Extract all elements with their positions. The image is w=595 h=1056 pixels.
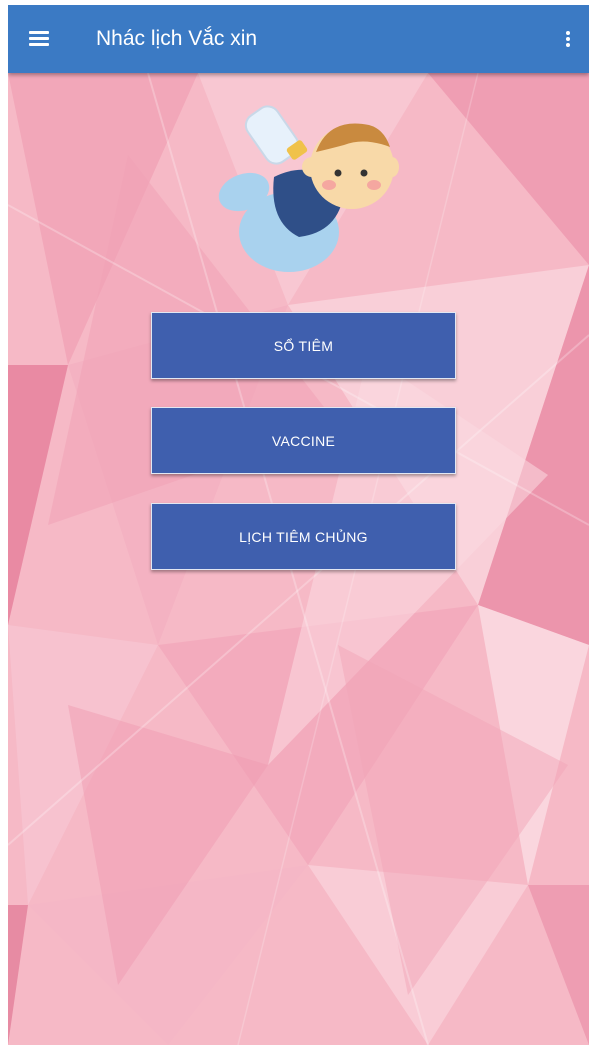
app-screen: Nhác lịch Vắc xin SỔ TIÊM VACCINE LỊCH T… — [8, 5, 589, 1045]
hamburger-menu-icon[interactable] — [26, 25, 56, 53]
more-vert-icon[interactable] — [558, 25, 578, 53]
so-tiem-button[interactable]: SỔ TIÊM — [151, 312, 456, 379]
lich-tiem-chung-button[interactable]: LỊCH TIÊM CHỦNG — [151, 503, 456, 570]
app-title: Nhác lịch Vắc xin — [96, 27, 258, 50]
vaccine-button[interactable]: VACCINE — [151, 407, 456, 474]
app-bar: Nhác lịch Vắc xin — [8, 5, 589, 73]
baby-with-bottle-icon — [218, 105, 399, 272]
